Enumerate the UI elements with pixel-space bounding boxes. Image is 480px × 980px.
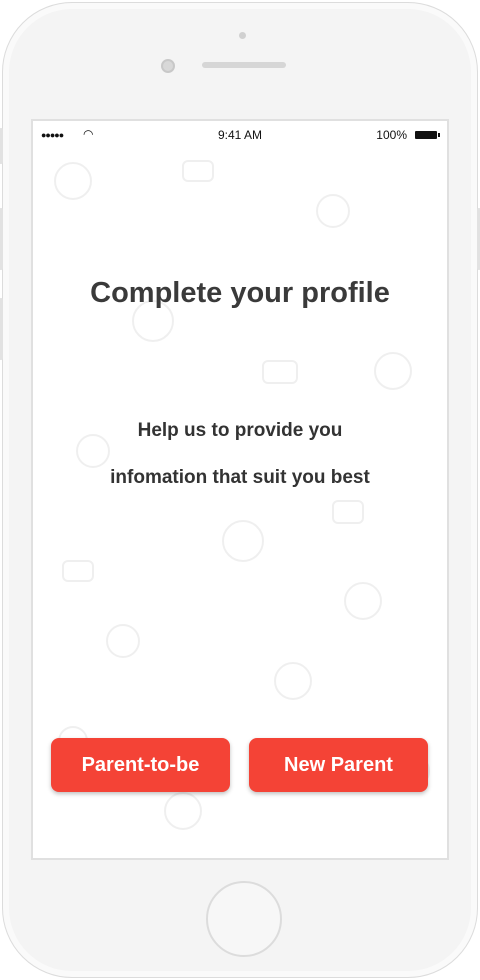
- volume-down-button: [0, 298, 3, 360]
- volume-up-button: [0, 208, 3, 270]
- speaker: [202, 62, 286, 68]
- front-camera: [161, 59, 175, 73]
- new-parent-button[interactable]: New Parent: [249, 738, 428, 792]
- battery-percent: 100%: [376, 128, 407, 142]
- subtitle-line-2: infomation that suit you best: [110, 467, 370, 488]
- status-bar: ●●●●● ◠ 9:41 AM 100%: [33, 127, 447, 143]
- mute-switch: [0, 128, 3, 164]
- page-title: Complete your profile: [90, 277, 390, 309]
- subtitle-line-1: Help us to provide you: [137, 420, 343, 441]
- sensor: [239, 32, 246, 39]
- screen: ●●●●● ◠ 9:41 AM 100% Complete your profi…: [31, 119, 449, 860]
- parent-to-be-button[interactable]: Parent-to-be: [51, 738, 230, 792]
- home-button[interactable]: [206, 881, 282, 957]
- battery-icon: [415, 131, 440, 139]
